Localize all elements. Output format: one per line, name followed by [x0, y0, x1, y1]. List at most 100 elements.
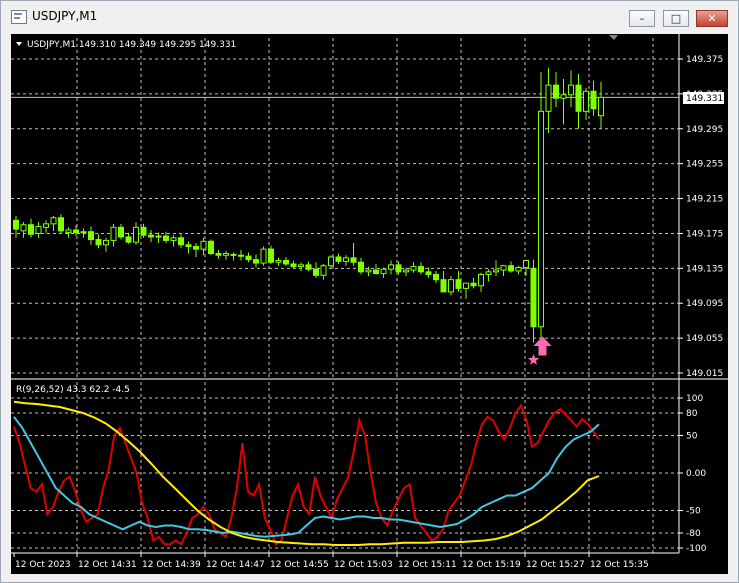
candle [313, 262, 319, 278]
indicator-tick-label: 80 [686, 409, 698, 419]
candle [200, 237, 207, 256]
candle [260, 246, 267, 266]
candle [133, 222, 139, 245]
title-bar[interactable]: USDJPY,M1 – □ ✕ [1, 1, 738, 31]
chart-menu-arrow-icon[interactable] [16, 42, 22, 46]
minimize-button[interactable]: – [629, 10, 655, 27]
chart-window-icon [11, 10, 27, 24]
candle [538, 72, 544, 339]
indicator-tick-label: 50 [686, 432, 698, 442]
candle [185, 241, 192, 254]
window-title: USDJPY,M1 [32, 9, 98, 23]
candle [335, 253, 342, 264]
candle [118, 223, 124, 240]
close-icon: ✕ [707, 12, 717, 25]
candle [88, 226, 94, 245]
price-tick-label: 149.055 [686, 334, 723, 344]
time-tick-label: 12 Oct 14:55 [270, 560, 329, 570]
indicator-label: R(9,26,52) 43.3 62.2 -4.5 [16, 385, 130, 395]
candle [470, 277, 477, 289]
candle [373, 263, 379, 275]
time-tick-label: 12 Oct 15:27 [526, 560, 585, 570]
candle [170, 235, 177, 247]
time-tick-label: 12 Oct 2023 [15, 560, 71, 570]
current-price-label: 149.331 [686, 94, 723, 104]
candle [515, 265, 522, 275]
candle [583, 87, 589, 121]
candle [95, 234, 102, 249]
candle [290, 260, 297, 269]
candle [350, 243, 357, 266]
candle [463, 282, 469, 299]
time-tick-label: 12 Oct 15:03 [334, 560, 393, 570]
candle [28, 218, 34, 238]
minimize-icon: – [639, 12, 645, 25]
price-chart[interactable]: 149.375149.335149.295149.255149.215149.1… [11, 34, 728, 574]
candle [545, 67, 552, 134]
candle [275, 257, 282, 266]
time-tick-label: 12 Oct 15:11 [398, 560, 457, 570]
candle [73, 225, 79, 237]
maximize-icon: □ [670, 12, 682, 25]
candle [238, 250, 244, 261]
price-tick-label: 149.015 [686, 369, 723, 379]
indicator-tick-label: -50 [686, 507, 701, 517]
time-tick-label: 12 Oct 15:35 [590, 560, 649, 570]
candle [253, 254, 259, 268]
candle [425, 267, 432, 278]
candle [500, 264, 507, 277]
candle [590, 80, 597, 116]
candle [305, 261, 312, 271]
candle [410, 262, 417, 273]
price-tick-label: 149.215 [686, 195, 723, 205]
candle [110, 223, 117, 247]
candle [140, 223, 147, 238]
indicator-tick-label: 100 [686, 394, 703, 404]
time-tick-label: 12 Oct 15:19 [462, 560, 521, 570]
price-tick-label: 149.135 [686, 264, 723, 274]
candle [298, 262, 304, 271]
indicator-tick-label: -100 [686, 544, 707, 554]
candle [560, 79, 567, 125]
candle [418, 262, 424, 275]
chart-area[interactable]: 149.375149.335149.295149.255149.215149.1… [11, 34, 728, 574]
star-icon [527, 353, 540, 365]
chart-window: USDJPY,M1 – □ ✕ 149.375149.335149.295149… [0, 0, 739, 583]
candle [230, 252, 237, 261]
candle [530, 259, 537, 343]
candle [125, 232, 132, 244]
maximize-button[interactable]: □ [663, 10, 689, 27]
candle [43, 220, 49, 234]
indicator-tick-label: 0.00 [686, 469, 706, 479]
signal-marker [527, 336, 552, 365]
candle [13, 216, 19, 238]
candle [380, 267, 387, 278]
candle [508, 261, 514, 273]
candle [455, 270, 462, 292]
price-tick-label: 149.255 [686, 160, 723, 170]
candle [478, 272, 484, 292]
close-button[interactable]: ✕ [696, 10, 728, 27]
candle [245, 252, 252, 263]
candle [358, 257, 364, 275]
candle [35, 222, 42, 238]
candle [223, 250, 229, 260]
price-tick-label: 149.295 [686, 125, 723, 135]
candle [20, 222, 27, 238]
candle [388, 260, 394, 275]
candles [13, 67, 604, 343]
candle [598, 81, 604, 129]
candle [320, 263, 327, 280]
time-tick-label: 12 Oct 14:47 [206, 560, 265, 570]
candle [58, 214, 64, 234]
axes: 149.375149.335149.295149.255149.215149.1… [11, 34, 728, 570]
chart-info-label: USDJPY,M1 149.310 149.349 149.295 149.33… [27, 40, 236, 50]
candle [433, 270, 439, 284]
candle [283, 256, 289, 266]
candle [103, 237, 109, 252]
candle [523, 259, 529, 277]
candle [50, 216, 57, 231]
indicator-series-line [13, 403, 600, 546]
candle [568, 70, 574, 107]
shift-marker-icon[interactable] [609, 35, 618, 40]
